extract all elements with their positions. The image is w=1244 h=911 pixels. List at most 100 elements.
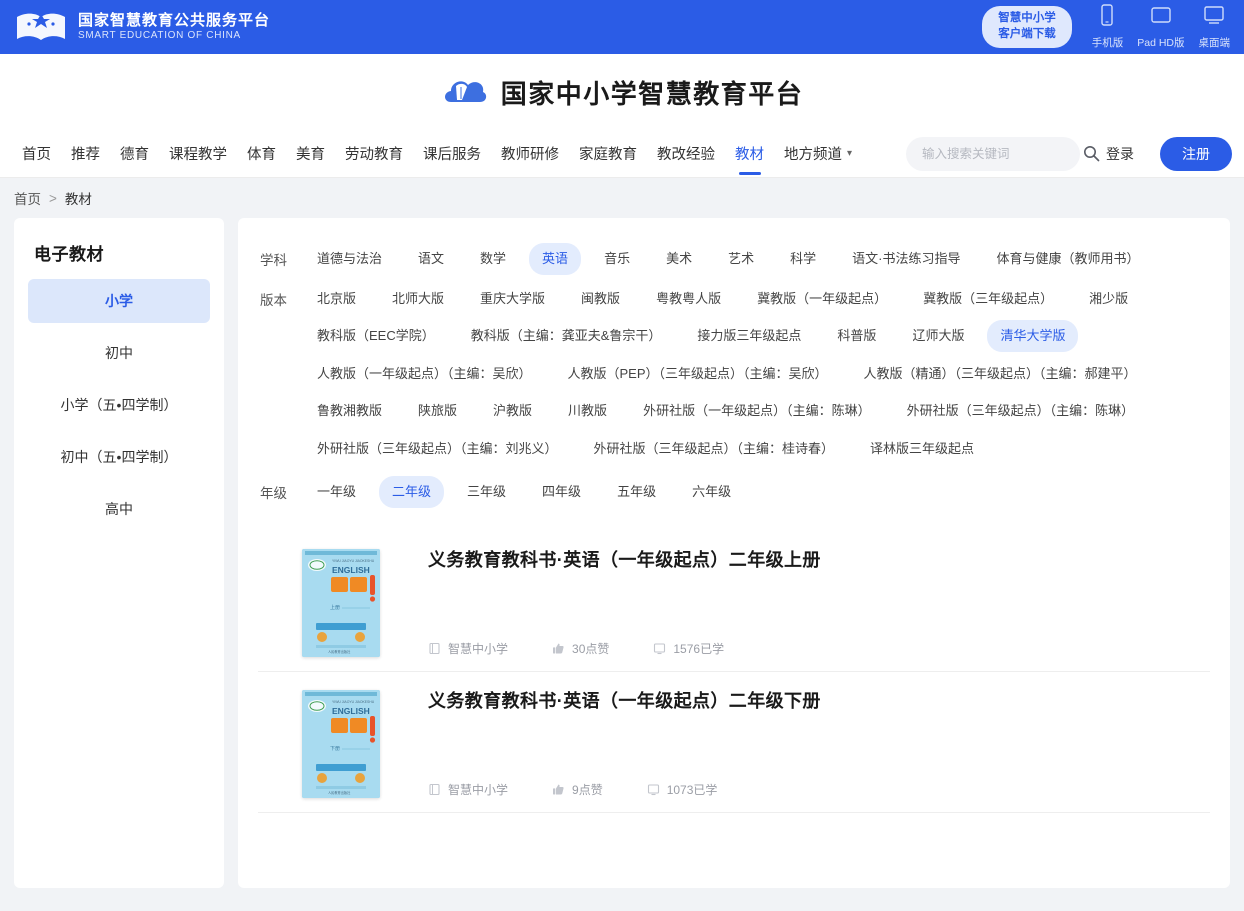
monitor-icon [647, 783, 660, 796]
filter-chip[interactable]: 冀教版（一年级起点） [744, 283, 900, 315]
filter-chip[interactable]: 湘少版 [1076, 283, 1141, 315]
filter-chip[interactable]: 六年级 [679, 476, 744, 508]
filter-chip[interactable]: 清华大学版 [987, 320, 1079, 352]
sidebar-item-junior-54[interactable]: 初中（五•四学制） [28, 435, 210, 479]
book-item[interactable]: YIWU JIAOYU JIAOKESHU ENGLISH 下册 人民教育出版社 义务教… [258, 672, 1210, 813]
filter-chip[interactable]: 鲁教湘教版 [304, 395, 395, 427]
sidebar-title: 电子教材 [34, 245, 104, 264]
book-likes: 9点赞 [552, 781, 603, 798]
page-title: 国家中小学智慧教育平台 [500, 78, 804, 109]
sidebar-item-label: 小学（五•四学制） [60, 397, 178, 413]
filter-chip[interactable]: 北京版 [304, 283, 369, 315]
filter-chip[interactable]: 人教版（PEP）（三年级起点）（主编：吴欣） [555, 358, 841, 390]
client-download-button[interactable]: 智慧中小学 客户端下载 [982, 6, 1072, 48]
book-likes-text: 30点赞 [572, 641, 610, 656]
book-icon [428, 642, 441, 655]
platform-desktop-label: 桌面端 [1198, 37, 1231, 49]
filter-chip[interactable]: 数学 [467, 243, 519, 275]
nav-item-recommend[interactable]: 推荐 [61, 131, 110, 177]
platform-mobile[interactable]: 手机版 [1092, 4, 1123, 50]
sidebar-item-junior-high[interactable]: 初中 [28, 331, 210, 375]
nav-right-actions: 登录 注册 [906, 136, 1232, 171]
main-navigation: 首页 推荐 德育 课程教学 体育 美育 劳动教育 课后服务 教师研修 家庭教育 … [0, 130, 1244, 178]
search-input[interactable] [922, 146, 1083, 161]
breadcrumb-separator: > [49, 190, 57, 206]
filter-chip[interactable]: 美术 [653, 243, 705, 275]
filter-chip[interactable]: 沪教版 [480, 395, 545, 427]
nav-item-home[interactable]: 首页 [12, 131, 61, 177]
book-title: 义务教育教科书·英语（一年级起点）二年级下册 [428, 690, 821, 711]
nav-label: 推荐 [71, 147, 100, 163]
filter-chip[interactable]: 闽教版 [568, 283, 633, 315]
filter-chip[interactable]: 道德与法治 [304, 243, 395, 275]
filter-chip[interactable]: 四年级 [529, 476, 594, 508]
nav-label: 课后服务 [423, 147, 481, 163]
national-platform-logo[interactable]: 国家智慧教育公共服务平台 SMART EDUCATION OF CHINA [14, 8, 270, 46]
nav-item-sports[interactable]: 体育 [237, 131, 286, 177]
filter-chip[interactable]: 辽师大版 [899, 320, 977, 352]
search-box[interactable] [906, 136, 1100, 171]
filter-chip[interactable]: 五年级 [604, 476, 669, 508]
sidebar-item-label: 初中 [105, 345, 133, 361]
platform-desktop[interactable]: 桌面端 [1198, 4, 1231, 50]
filter-chip[interactable]: 重庆大学版 [467, 283, 558, 315]
filter-chips-edition: 北京版 北师大版 重庆大学版 闽教版 粤教粤人版 冀教版（一年级起点） 冀教版（三年级起点）… [304, 280, 1210, 468]
filter-chip[interactable]: 外研社版（三年级起点）（主编：陈琳） [894, 395, 1148, 427]
nav-item-family-education[interactable]: 家庭教育 [569, 131, 647, 177]
filter-chip[interactable]: 语文·书法练习指导 [839, 243, 973, 275]
nav-item-local-channel[interactable]: 地方频道 ▾ [774, 131, 862, 177]
breadcrumb-home[interactable]: 首页 [14, 188, 41, 208]
book-cover-image: YIWU JIAOYU JIAOKESHU ENGLISH 下册 人民教育出版社 [302, 689, 380, 798]
filter-chip[interactable]: 体育与健康（教师用书） [983, 243, 1152, 275]
filter-chip[interactable]: 英语 [529, 243, 582, 275]
filter-chip[interactable]: 教科版（主编：龚亚夫&鲁宗干） [458, 320, 675, 352]
filter-chip[interactable]: 人教版（一年级起点）（主编：吴欣） [304, 358, 545, 390]
filter-label-edition: 版本 [260, 292, 287, 308]
filter-chip[interactable]: 人教版（精通）（三年级起点）（主编：郝建平） [851, 358, 1150, 390]
filter-chip[interactable]: 音乐 [591, 243, 643, 275]
filter-chip[interactable]: 粤教粤人版 [643, 283, 734, 315]
sidebar-item-senior-high[interactable]: 高中 [28, 487, 210, 531]
nav-item-after-school[interactable]: 课后服务 [413, 131, 491, 177]
svg-text:YIWU JIAOYU JIAOKESHU: YIWU JIAOYU JIAOKESHU [332, 559, 375, 563]
book-meta: 智慧中小学 30点赞 1576已学 [428, 640, 1210, 657]
svg-text:ENGLISH: ENGLISH [332, 706, 370, 716]
filter-chip[interactable]: 一年级 [304, 476, 369, 508]
brand-row[interactable]: 国家中小学智慧教育平台 [0, 54, 1244, 130]
filter-chip[interactable]: 译林版三年级起点 [857, 433, 987, 465]
nav-label: 课程教学 [169, 147, 227, 163]
nav-item-labor-education[interactable]: 劳动教育 [335, 131, 413, 177]
svg-text:人民教育出版社: 人民教育出版社 [328, 649, 351, 654]
nav-item-teacher-training[interactable]: 教师研修 [491, 131, 569, 177]
filter-chip[interactable]: 艺术 [715, 243, 767, 275]
filter-chip[interactable]: 三年级 [454, 476, 519, 508]
filter-chip[interactable]: 冀教版（三年级起点） [910, 283, 1066, 315]
svg-text:人民教育出版社: 人民教育出版社 [328, 790, 351, 795]
nav-label: 教材 [735, 147, 764, 163]
sidebar-item-primary-school[interactable]: 小学 [28, 279, 210, 323]
filter-chip[interactable]: 二年级 [379, 476, 445, 508]
register-button[interactable]: 注册 [1160, 136, 1232, 171]
site-header: 国家中小学智慧教育平台 首页 推荐 德育 课程教学 体育 美育 劳动教育 课后服… [0, 54, 1244, 178]
filter-chip[interactable]: 外研社版（一年级起点）（主编：陈琳） [630, 395, 884, 427]
filter-chip[interactable]: 陕旅版 [405, 395, 470, 427]
filter-chip[interactable]: 语文 [405, 243, 457, 275]
sidebar-item-primary-54[interactable]: 小学（五•四学制） [28, 383, 210, 427]
filter-chip[interactable]: 教科版（EEC学院） [304, 320, 448, 352]
nav-item-curriculum[interactable]: 课程教学 [159, 131, 237, 177]
book-item[interactable]: YIWU JIAOYU JIAOKESHU ENGLISH 上册 人民教育出版社 义务教… [258, 531, 1210, 672]
platform-pad[interactable]: Pad HD版 [1137, 4, 1185, 50]
nav-item-textbooks[interactable]: 教材 [725, 131, 774, 177]
nav-item-reform-experience[interactable]: 教改经验 [647, 131, 725, 177]
filter-chip[interactable]: 外研社版（三年级起点）（主编：桂诗春） [581, 433, 848, 465]
book-studied-text: 1576已学 [673, 641, 725, 656]
filter-chip[interactable]: 科普版 [824, 320, 889, 352]
filter-chip[interactable]: 外研社版（三年级起点）（主编：刘兆义） [304, 433, 571, 465]
nav-item-arts[interactable]: 美育 [286, 131, 335, 177]
filter-chip[interactable]: 科学 [777, 243, 829, 275]
filter-chip[interactable]: 北师大版 [379, 283, 457, 315]
filter-chip[interactable]: 川教版 [555, 395, 620, 427]
nav-item-moral-education[interactable]: 德育 [110, 131, 159, 177]
filter-chip[interactable]: 接力版三年级起点 [684, 320, 814, 352]
login-button[interactable]: 登录 [1092, 138, 1148, 170]
